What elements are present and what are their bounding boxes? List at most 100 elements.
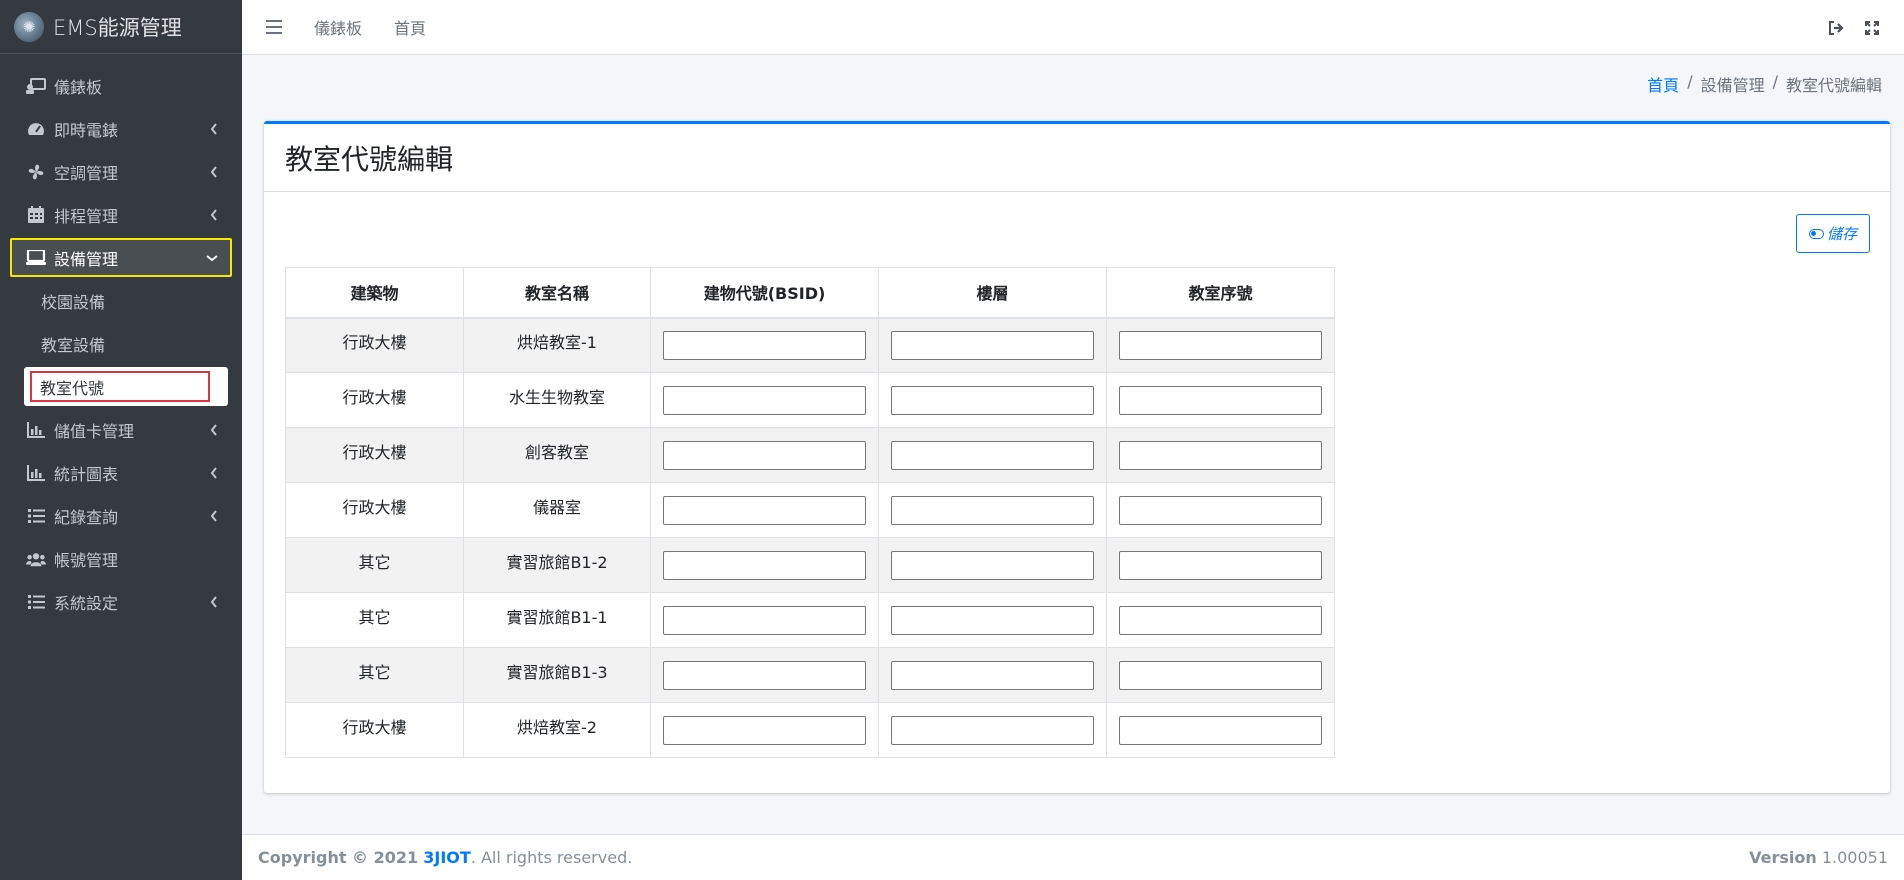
sidebar-item-equipment[interactable]: 設備管理 (10, 238, 232, 277)
top-link-dashboard[interactable]: 儀錶板 (314, 15, 362, 39)
room-serial-input[interactable] (1119, 605, 1322, 635)
floor-input[interactable] (891, 385, 1094, 415)
floor-input[interactable] (891, 605, 1094, 635)
sidebar-item-system-settings[interactable]: 系統設定 (10, 580, 232, 623)
room-serial-input[interactable] (1119, 330, 1322, 360)
bsid-input[interactable] (663, 660, 866, 690)
table-row: 行政大樓 創客教室 (285, 427, 1335, 483)
chevron-left-icon (204, 208, 224, 221)
table-row: 行政大樓 烘焙教室-1 (285, 317, 1335, 373)
sidebar-item-label: 儲值卡管理 (54, 421, 135, 441)
bsid-input[interactable] (663, 495, 866, 525)
page-title: 教室代號編輯 (285, 142, 454, 176)
sidebar-item-label: 即時電錶 (54, 120, 119, 140)
chevron-left-icon (204, 595, 224, 608)
cell-building: 行政大樓 (285, 372, 464, 428)
sidebar-subitem-label: 教室代號 (40, 378, 105, 398)
room-serial-input[interactable] (1119, 660, 1322, 690)
cell-floor (878, 592, 1107, 648)
sidebar-item-schedule[interactable]: 排程管理 (10, 193, 232, 236)
room-serial-input[interactable] (1119, 550, 1322, 580)
breadcrumb-equipment: 設備管理 (1700, 76, 1765, 95)
breadcrumb-home[interactable]: 首頁 (1647, 72, 1679, 96)
sidebar-subitem-classroom-code[interactable]: 教室代號 (24, 367, 228, 406)
chevron-left-icon (204, 509, 224, 522)
cell-room-name: 水生生物教室 (463, 372, 651, 428)
floor-input[interactable] (891, 330, 1094, 360)
top-right-actions (1818, 0, 1890, 55)
cell-room-serial (1106, 537, 1335, 593)
sidebar-item-dashboard[interactable]: 儀錶板 (10, 64, 232, 107)
floor-input[interactable] (891, 715, 1094, 745)
room-serial-input[interactable] (1119, 440, 1322, 470)
room-serial-input[interactable] (1119, 715, 1322, 745)
cell-room-serial (1106, 372, 1335, 428)
cell-building: 其它 (285, 647, 464, 703)
sidebar-item-realtime-meter[interactable]: 即時電錶 (10, 107, 232, 150)
top-navbar: 儀錶板 首頁 (242, 0, 1904, 55)
sidebar-item-statistics[interactable]: 統計圖表 (10, 451, 232, 494)
floor-input[interactable] (891, 550, 1094, 580)
cell-building: 行政大樓 (285, 482, 464, 538)
room-serial-input[interactable] (1119, 495, 1322, 525)
sidebar-item-hvac[interactable]: 空調管理 (10, 150, 232, 193)
floor-input[interactable] (891, 660, 1094, 690)
top-link-home[interactable]: 首頁 (394, 15, 426, 39)
cell-room-name: 烘焙教室-2 (463, 702, 651, 758)
sidebar-nav: 儀錶板 即時電錶 空調管理 排程管理 設備管理 校園設備 教室設備 教室代號 儲… (0, 54, 242, 623)
bsid-input[interactable] (663, 440, 866, 470)
cell-room-serial (1106, 482, 1335, 538)
sidebar-item-label: 紀錄查詢 (54, 507, 119, 527)
bsid-input[interactable] (663, 330, 866, 360)
cell-room-serial (1106, 317, 1335, 373)
save-button[interactable]: 儲存 (1796, 214, 1870, 253)
sidebar-item-stored-value-card[interactable]: 儲值卡管理 (10, 408, 232, 451)
sidebar-item-label: 系統設定 (54, 593, 119, 613)
cell-bsid (650, 592, 879, 648)
chevron-left-icon (204, 423, 224, 436)
chevron-left-icon (204, 122, 224, 135)
sidebar-item-label: 儀錶板 (54, 77, 103, 97)
bsid-input[interactable] (663, 715, 866, 745)
col-header-room-name: 教室名稱 (463, 267, 651, 319)
table-header-row: 建築物 教室名稱 建物代號(BSID) 樓層 教室序號 (285, 267, 1335, 319)
sidebar-subitem-classroom-equipment[interactable]: 教室設備 (10, 322, 232, 365)
bsid-input[interactable] (663, 550, 866, 580)
company-link[interactable]: 3JIOT (423, 848, 471, 867)
bar-chart-icon (26, 421, 46, 438)
table-row: 其它 實習旅館B1-3 (285, 647, 1335, 703)
col-header-room-serial: 教室序號 (1106, 267, 1335, 319)
gauge-icon (26, 121, 46, 137)
floor-input[interactable] (891, 440, 1094, 470)
sidebar-item-records[interactable]: 紀錄查詢 (10, 494, 232, 537)
logout-icon[interactable] (1818, 10, 1854, 46)
version-info: Version 1.00051 (1749, 848, 1888, 867)
hamburger-menu-icon[interactable] (266, 20, 282, 34)
fullscreen-icon[interactable] (1854, 10, 1890, 46)
sidebar-subitem-campus-equipment[interactable]: 校園設備 (10, 279, 232, 322)
cell-room-name: 實習旅館B1-2 (463, 537, 651, 593)
table-row: 其它 實習旅館B1-2 (285, 537, 1335, 593)
floor-input[interactable] (891, 495, 1094, 525)
room-serial-input[interactable] (1119, 385, 1322, 415)
classroom-code-table: 建築物 教室名稱 建物代號(BSID) 樓層 教室序號 行政大樓 烘焙教室-1 … (285, 267, 1335, 758)
bsid-input[interactable] (663, 385, 866, 415)
copyright-text: Copyright © 2021 (258, 848, 419, 867)
table-row: 行政大樓 水生生物教室 (285, 372, 1335, 428)
chevron-left-icon (204, 165, 224, 178)
col-header-building: 建築物 (285, 267, 464, 319)
sidebar-subitem-label: 校園設備 (41, 292, 106, 312)
brand[interactable]: ✺ EMS能源管理 (0, 0, 242, 54)
save-button-label: 儲存 (1826, 226, 1857, 243)
cell-building: 行政大樓 (285, 702, 464, 758)
sidebar-item-accounts[interactable]: 帳號管理 (10, 537, 232, 580)
cell-building: 行政大樓 (285, 427, 464, 483)
cell-bsid (650, 647, 879, 703)
sidebar: ✺ EMS能源管理 儀錶板 即時電錶 空調管理 排程管理 設備管理 校園設備 教… (0, 0, 242, 880)
table-row: 行政大樓 烘焙教室-2 (285, 702, 1335, 758)
chevron-left-icon (204, 466, 224, 479)
bsid-input[interactable] (663, 605, 866, 635)
cell-room-serial (1106, 702, 1335, 758)
cell-room-name: 烘焙教室-1 (463, 317, 651, 373)
cell-floor (878, 537, 1107, 593)
